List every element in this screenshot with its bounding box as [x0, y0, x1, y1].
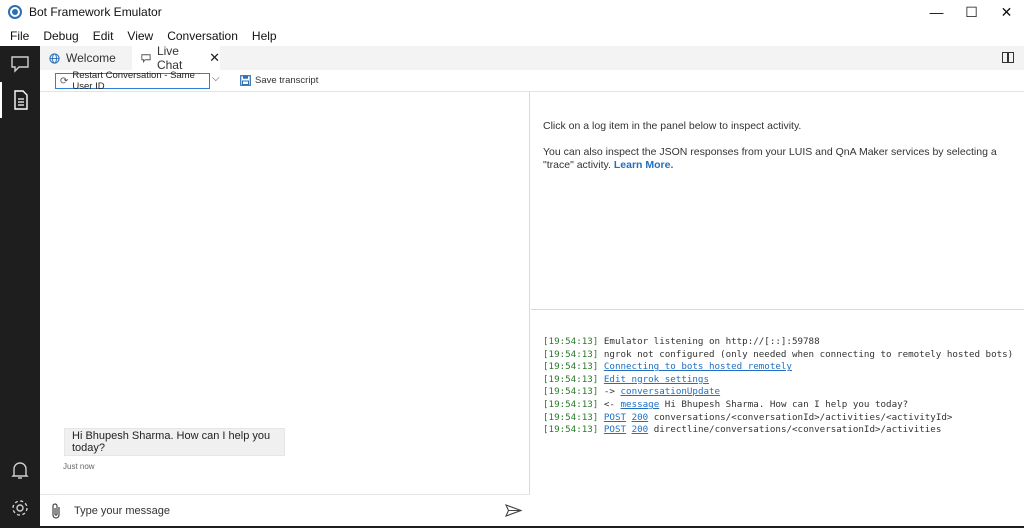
tab-bar: Welcome Live Chat ✕ [40, 44, 1024, 72]
menu-debug[interactable]: Debug [36, 29, 85, 43]
activity-transcript-button[interactable] [0, 82, 40, 118]
bot-message-bubble[interactable]: Hi Bhupesh Sharma. How can I help you to… [64, 428, 285, 456]
bell-icon [11, 462, 29, 479]
log-time: [19:54:13] [543, 348, 599, 360]
tab-live-chat-label: Live Chat [156, 44, 183, 72]
inspector-hint: Click on a log item in the panel below t… [543, 120, 802, 132]
restart-conversation-button[interactable]: ⟳ Restart Conversation - Same User ID [55, 70, 210, 92]
menu-help[interactable]: Help [245, 29, 284, 43]
log-direction: -> [603, 386, 615, 398]
menu-view[interactable]: View [120, 29, 160, 43]
inspector-info: You can also inspect the JSON responses … [543, 146, 1003, 172]
paperclip-icon[interactable] [50, 502, 62, 520]
log-panel: [19:54:13] Emulator listening on http://… [531, 310, 1024, 526]
activity-notifications-button[interactable] [0, 452, 40, 488]
save-transcript-button[interactable]: Save transcript [240, 75, 318, 86]
log-time: [19:54:13] [543, 361, 599, 373]
log-time: [19:54:13] [543, 386, 599, 398]
log-text: ngrok not configured (only needed when c… [603, 348, 1014, 360]
http-method-link[interactable]: POST [604, 412, 626, 423]
log-text: conversations/<conversationId>/activitie… [653, 411, 953, 423]
split-view-icon[interactable] [1002, 52, 1014, 63]
menu-conversation[interactable]: Conversation [160, 29, 245, 43]
log-entry: [19:54:13] POST 200 conversations/<conve… [543, 412, 1024, 425]
learn-more-link[interactable]: Learn More. [614, 159, 674, 171]
log-entry: [19:54:13] ngrok not configured (only ne… [543, 349, 1024, 362]
title-bar: Bot Framework Emulator — ☐ ✕ [0, 0, 1024, 24]
log-entry: [19:54:13] POST 200 directline/conversat… [543, 424, 1024, 437]
log-time: [19:54:13] [543, 373, 599, 385]
log-time: [19:54:13] [543, 411, 599, 423]
chat-bubble-icon [11, 56, 29, 73]
conversation-toolbar: ⟳ Restart Conversation - Same User ID ⌵ … [40, 70, 1024, 92]
window-controls: — ☐ ✕ [919, 0, 1024, 24]
tab-welcome[interactable]: Welcome [40, 46, 132, 70]
log-text: Emulator listening on http://[::]:59788 [603, 336, 820, 347]
edit-ngrok-settings-link[interactable]: Edit ngrok settings [604, 374, 709, 385]
menu-bar: File Debug Edit View Conversation Help [0, 26, 284, 46]
status-code-link[interactable]: 200 [632, 412, 649, 423]
restart-dropdown-chevron-icon[interactable]: ⌵ [212, 73, 220, 84]
send-icon[interactable] [505, 504, 522, 517]
log-time: [19:54:13] [543, 336, 599, 347]
menu-edit[interactable]: Edit [86, 29, 121, 43]
close-tab-icon[interactable]: ✕ [209, 50, 220, 66]
message-input[interactable] [74, 501, 494, 521]
message-activity-link[interactable]: message [621, 399, 660, 410]
log-entry: [19:54:13] Connecting to bots hosted rem… [543, 361, 1024, 374]
message-timestamp: Just now [63, 462, 95, 471]
activity-bar [0, 46, 40, 528]
inspector-panel: Click on a log item in the panel below t… [531, 92, 1024, 309]
conversation-update-link[interactable]: conversationUpdate [621, 386, 721, 397]
log-time: [19:54:13] [543, 398, 599, 410]
chat-bubble-icon [141, 53, 151, 63]
log-time: [19:54:13] [543, 424, 599, 436]
minimize-button[interactable]: — [919, 0, 954, 24]
close-window-button[interactable]: ✕ [989, 0, 1024, 24]
document-icon [14, 90, 28, 110]
tab-live-chat[interactable]: Live Chat ✕ [132, 44, 220, 72]
log-entry: [19:54:13] -> conversationUpdate [543, 386, 1024, 399]
http-method-link[interactable]: POST [604, 424, 626, 435]
inspector-info-text: You can also inspect the JSON responses … [543, 146, 997, 171]
activity-settings-button[interactable] [0, 490, 40, 526]
log-text: Hi Bhupesh Sharma. How can I help you to… [664, 398, 909, 410]
menu-file[interactable]: File [3, 29, 36, 43]
log-direction: <- [603, 398, 615, 410]
chat-panel: Hi Bhupesh Sharma. How can I help you to… [40, 92, 530, 526]
refresh-icon: ⟳ [60, 75, 69, 87]
send-box [40, 494, 530, 526]
connecting-remote-bots-link[interactable]: Connecting to bots hosted remotely [604, 361, 792, 372]
save-icon [240, 75, 251, 86]
maximize-button[interactable]: ☐ [954, 0, 989, 24]
bot-message-text: Hi Bhupesh Sharma. How can I help you to… [72, 430, 271, 454]
globe-icon [49, 52, 60, 64]
status-code-link[interactable]: 200 [632, 424, 649, 435]
tab-welcome-label: Welcome [66, 51, 116, 65]
log-entry: [19:54:13] Edit ngrok settings [543, 374, 1024, 387]
log-text: directline/conversations/<conversationId… [653, 424, 942, 436]
app-logo-icon [8, 5, 22, 19]
log-entry: [19:54:13] Emulator listening on http://… [543, 336, 1024, 349]
activity-chat-button[interactable] [0, 46, 40, 82]
log-entry: [19:54:13] <- message Hi Bhupesh Sharma.… [543, 399, 1024, 412]
gear-icon [12, 500, 28, 516]
save-transcript-label: Save transcript [255, 75, 319, 86]
restart-conversation-label: Restart Conversation - Same User ID [72, 70, 195, 92]
window-title: Bot Framework Emulator [29, 5, 162, 19]
